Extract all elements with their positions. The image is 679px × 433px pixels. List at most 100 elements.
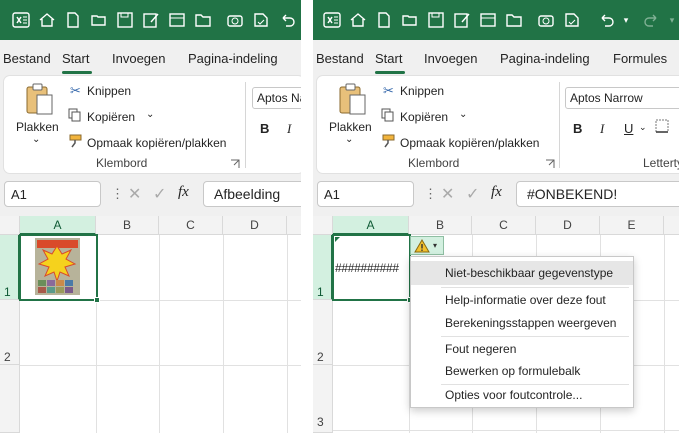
italic-icon[interactable]: I <box>287 121 291 137</box>
row-header-2[interactable]: 2 <box>0 300 20 365</box>
column-header-a[interactable]: A <box>333 216 409 235</box>
open-folder-icon[interactable] <box>88 9 110 31</box>
ribbon: Plakken ⌄ ✂ Knippen Kopiëren ⌄ Opmaak ko… <box>4 76 301 173</box>
tab-bestand[interactable]: Bestand <box>3 51 51 66</box>
cancel-icon[interactable]: ✕ <box>441 184 454 204</box>
format-painter-button[interactable]: Opmaak kopiëren/plakken <box>400 136 539 150</box>
confirm-icon[interactable]: ✓ <box>466 184 479 204</box>
menu-item-unavailable-data-type[interactable]: Niet-beschikbaar gegevenstype <box>411 261 633 285</box>
column-header-b[interactable]: B <box>409 216 472 235</box>
chevron-down-icon[interactable]: ⌄ <box>32 134 40 145</box>
table-icon[interactable] <box>477 9 499 31</box>
confirm-icon[interactable]: ✓ <box>153 184 166 204</box>
spellcheck-icon[interactable] <box>561 9 583 31</box>
fx-icon[interactable]: fx <box>178 184 189 201</box>
left-excel-window: Bestand Start Invoegen Pagina-indeling P… <box>0 0 301 433</box>
selected-cell-a1[interactable] <box>332 234 411 301</box>
italic-icon[interactable]: I <box>600 121 604 137</box>
name-box[interactable]: A1 <box>317 181 414 207</box>
column-header-a[interactable]: A <box>20 216 96 235</box>
chevron-down-icon[interactable]: ⌄ <box>459 109 467 120</box>
column-header-b[interactable]: B <box>96 216 159 235</box>
menu-item-edit-in-formula-bar[interactable]: Bewerken op formulebalk <box>411 359 633 383</box>
formula-input[interactable]: #ONBEKEND! <box>516 181 679 207</box>
name-box[interactable]: A1 <box>4 181 101 207</box>
tab-pagina-indeling[interactable]: Pagina-indeling <box>500 51 590 66</box>
edit-icon[interactable] <box>451 9 473 31</box>
cut-button[interactable]: Knippen <box>87 84 131 98</box>
paste-button[interactable]: Plakken <box>329 120 372 134</box>
folder-icon[interactable] <box>192 9 214 31</box>
undo-icon[interactable] <box>595 9 617 31</box>
chevron-down-icon[interactable]: ⌄ <box>345 134 353 145</box>
cancel-icon[interactable]: ✕ <box>128 184 141 204</box>
select-all-corner[interactable] <box>313 216 333 235</box>
formula-input[interactable]: Afbeelding <box>203 181 301 207</box>
new-file-icon[interactable] <box>373 9 395 31</box>
chevron-down-icon[interactable]: ⌄ <box>146 109 154 120</box>
font-name-select[interactable]: Aptos Na <box>252 87 301 109</box>
fill-handle[interactable] <box>94 297 100 303</box>
column-header-e[interactable] <box>287 216 301 235</box>
tab-bestand[interactable]: Bestand <box>316 51 364 66</box>
underline-icon[interactable]: U <box>624 121 633 136</box>
panel-divider <box>301 0 313 433</box>
edit-icon[interactable] <box>140 9 162 31</box>
bold-icon[interactable]: B <box>260 121 269 136</box>
font-name-select[interactable]: Aptos Narrow <box>565 87 679 109</box>
menu-item-show-calculation-steps[interactable]: Berekeningsstappen weergeven <box>411 311 633 335</box>
chevron-down-icon[interactable]: ▾ <box>621 9 631 31</box>
column-header-f[interactable] <box>664 216 679 235</box>
row-header-1[interactable]: 1 <box>313 235 333 300</box>
column-header-c[interactable]: C <box>472 216 536 235</box>
camera-icon[interactable] <box>535 9 557 31</box>
clipboard-group-label: Klembord <box>408 156 460 170</box>
tab-start[interactable]: Start <box>62 51 89 66</box>
save-icon[interactable] <box>425 9 447 31</box>
paste-icon[interactable] <box>337 82 367 116</box>
save-icon[interactable] <box>114 9 136 31</box>
folder-icon[interactable] <box>503 9 525 31</box>
column-header-d[interactable]: D <box>536 216 600 235</box>
selected-cell-a1[interactable] <box>19 234 98 301</box>
fx-icon[interactable]: fx <box>491 184 502 201</box>
column-header-e[interactable]: E <box>600 216 664 235</box>
spellcheck-icon[interactable] <box>250 9 272 31</box>
menu-item-error-checking-options[interactable]: Opties voor foutcontrole... <box>411 383 633 407</box>
tab-start[interactable]: Start <box>375 51 402 66</box>
copy-button[interactable]: Kopiëren <box>400 110 448 124</box>
undo-icon[interactable] <box>276 9 298 31</box>
dialog-launcher-icon[interactable] <box>230 158 240 168</box>
redo-icon[interactable] <box>641 9 663 31</box>
menu-item-help-on-error[interactable]: Help-informatie over deze fout <box>411 288 633 312</box>
border-icon[interactable] <box>655 119 669 133</box>
new-file-icon[interactable] <box>62 9 84 31</box>
bold-icon[interactable]: B <box>573 121 582 136</box>
row-header-3[interactable]: 3 <box>313 365 333 433</box>
tab-formules[interactable]: Formules <box>613 51 667 66</box>
chevron-down-icon[interactable]: ⌄ <box>639 122 647 133</box>
format-painter-button[interactable]: Opmaak kopiëren/plakken <box>87 136 226 150</box>
paste-icon[interactable] <box>24 82 54 116</box>
tab-invoegen[interactable]: Invoegen <box>424 51 478 66</box>
column-header-c[interactable]: C <box>159 216 223 235</box>
dialog-launcher-icon[interactable] <box>545 158 555 168</box>
home-icon[interactable] <box>36 9 58 31</box>
menu-item-ignore-error[interactable]: Fout negeren <box>411 337 633 361</box>
home-icon[interactable] <box>347 9 369 31</box>
select-all-corner[interactable] <box>0 216 20 235</box>
row-header-3[interactable] <box>0 365 20 433</box>
table-icon[interactable] <box>166 9 188 31</box>
camera-icon[interactable] <box>224 9 246 31</box>
error-check-button[interactable]: ▾ <box>410 236 444 255</box>
paste-button[interactable]: Plakken <box>16 120 59 134</box>
copy-button[interactable]: Kopiëren <box>87 110 135 124</box>
row-header-1[interactable]: 1 <box>0 235 20 300</box>
open-folder-icon[interactable] <box>399 9 421 31</box>
tab-pagina-indeling[interactable]: Pagina-indeling <box>188 51 278 66</box>
chevron-down-icon[interactable]: ▾ <box>667 9 677 31</box>
tab-invoegen[interactable]: Invoegen <box>112 51 166 66</box>
row-header-2[interactable]: 2 <box>313 300 333 365</box>
cut-button[interactable]: Knippen <box>400 84 444 98</box>
column-header-d[interactable]: D <box>223 216 287 235</box>
